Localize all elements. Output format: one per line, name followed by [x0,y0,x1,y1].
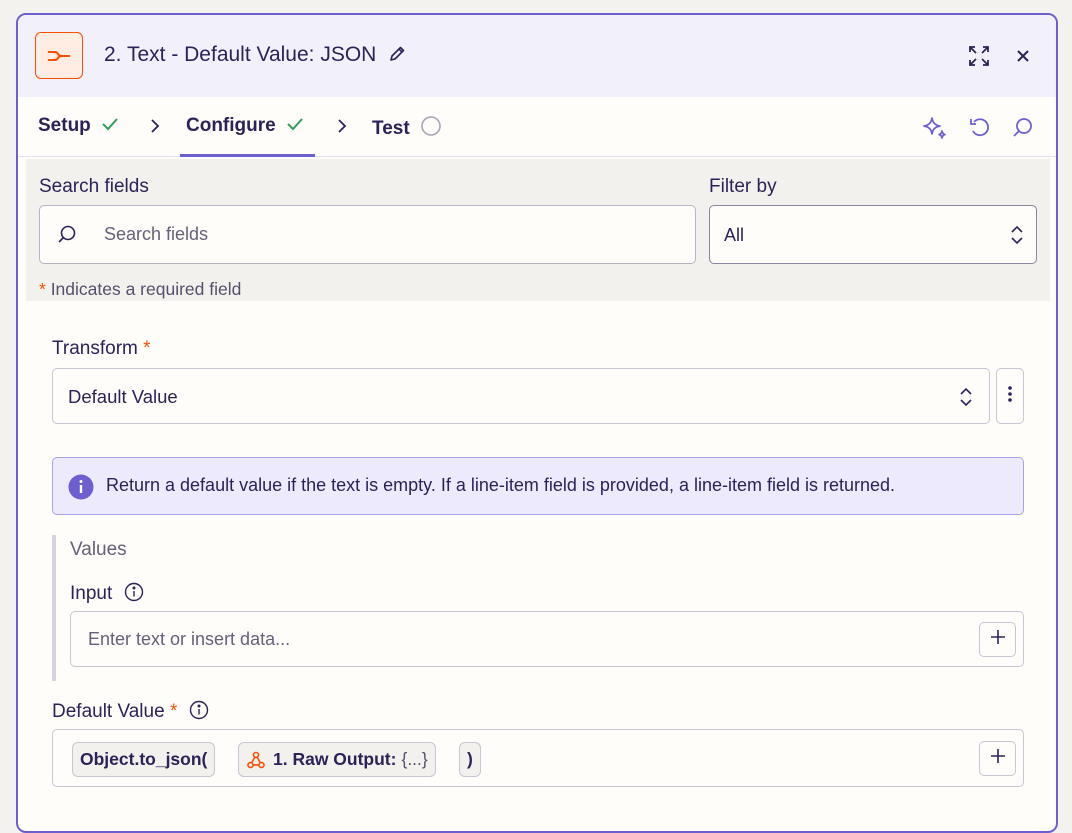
info-icon [68,474,94,505]
tab-label: Test [372,118,410,139]
plus-icon [989,747,1007,770]
info-text: Return a default value if the text is em… [106,475,896,495]
close-icon[interactable] [1010,43,1036,69]
info-circle-icon[interactable] [189,700,209,726]
input-label-row: Input [70,582,144,608]
input-placeholder: Enter text or insert data... [88,629,291,649]
data-pill-raw-output[interactable]: 1. Raw Output: {...} [238,742,436,777]
transform-select[interactable]: Default Value [52,368,990,424]
function-pill-open[interactable]: Object.to_json( [72,742,216,777]
check-icon [286,115,304,137]
tab-label: Setup [38,115,91,136]
required-field-note: * Indicates a required field [39,279,241,300]
undo-icon[interactable] [967,115,993,141]
required-note-text: Indicates a required field [50,279,242,299]
insert-data-button[interactable] [979,622,1016,657]
pencil-icon[interactable] [388,45,406,69]
chevron-right-icon [149,117,161,140]
search-fields-label: Search fields [39,176,149,197]
values-group-bar [52,535,56,681]
tab-label: Configure [186,115,276,136]
input-field[interactable]: Enter text or insert data... [70,611,1024,667]
default-value-label-row: Default Value * [52,700,209,726]
data-pill-value: {...} [401,749,428,769]
tab-setup[interactable]: Setup [38,115,119,137]
step-tabs: Setup Configure Test [18,97,1056,157]
search-icon [56,224,78,251]
default-value-field[interactable]: Object.to_json( 1. Raw Output: {...} ) [52,729,1024,787]
transform-value: Default Value [68,386,178,407]
required-marker: * [143,338,151,359]
input-label: Input [70,583,113,604]
more-options-button[interactable] [996,368,1024,424]
info-banner: Return a default value if the text is em… [52,457,1024,515]
chevron-up-down-icon [1010,223,1024,252]
tab-configure[interactable]: Configure [186,115,304,137]
default-value-label: Default Value [52,701,165,722]
chevron-up-down-icon [959,386,973,413]
sparkle-icon[interactable] [922,115,948,141]
required-marker: * [169,701,178,722]
tab-test[interactable]: Test [372,115,442,143]
step-title-text: 2. Text - Default Value: JSON [104,43,377,66]
panel-header: 2. Text - Default Value: JSON [18,15,1056,97]
active-tab-indicator [180,154,315,157]
pending-circle-icon [420,115,442,143]
transform-label: Transform * [52,338,151,360]
webhook-icon [246,750,266,770]
step-editor-panel: 2. Text - Default Value: JSON Setup Conf… [16,13,1058,833]
search-placeholder: Search fields [104,224,209,244]
expand-icon[interactable] [966,43,992,69]
step-title[interactable]: 2. Text - Default Value: JSON [104,43,406,69]
info-circle-icon[interactable] [124,582,144,608]
check-icon [101,115,119,137]
plus-icon [989,628,1007,651]
kebab-menu-icon [1007,384,1013,409]
filter-select[interactable]: All [709,205,1037,264]
function-pill-close[interactable]: ) [459,742,481,777]
values-section-label: Values [70,539,127,560]
transform-label-text: Transform [52,338,138,359]
search-icon[interactable] [1010,115,1036,141]
data-pill-label: 1. Raw Output: [273,749,397,769]
formatter-icon [35,32,83,79]
search-fields-section: Search fields Filter by Search fields Al… [26,159,1050,301]
required-marker: * [39,279,46,299]
filter-value: All [724,225,745,245]
chevron-right-icon [336,117,348,140]
search-input[interactable]: Search fields [39,205,696,264]
filter-by-label: Filter by [709,176,777,197]
insert-data-button[interactable] [979,741,1016,776]
